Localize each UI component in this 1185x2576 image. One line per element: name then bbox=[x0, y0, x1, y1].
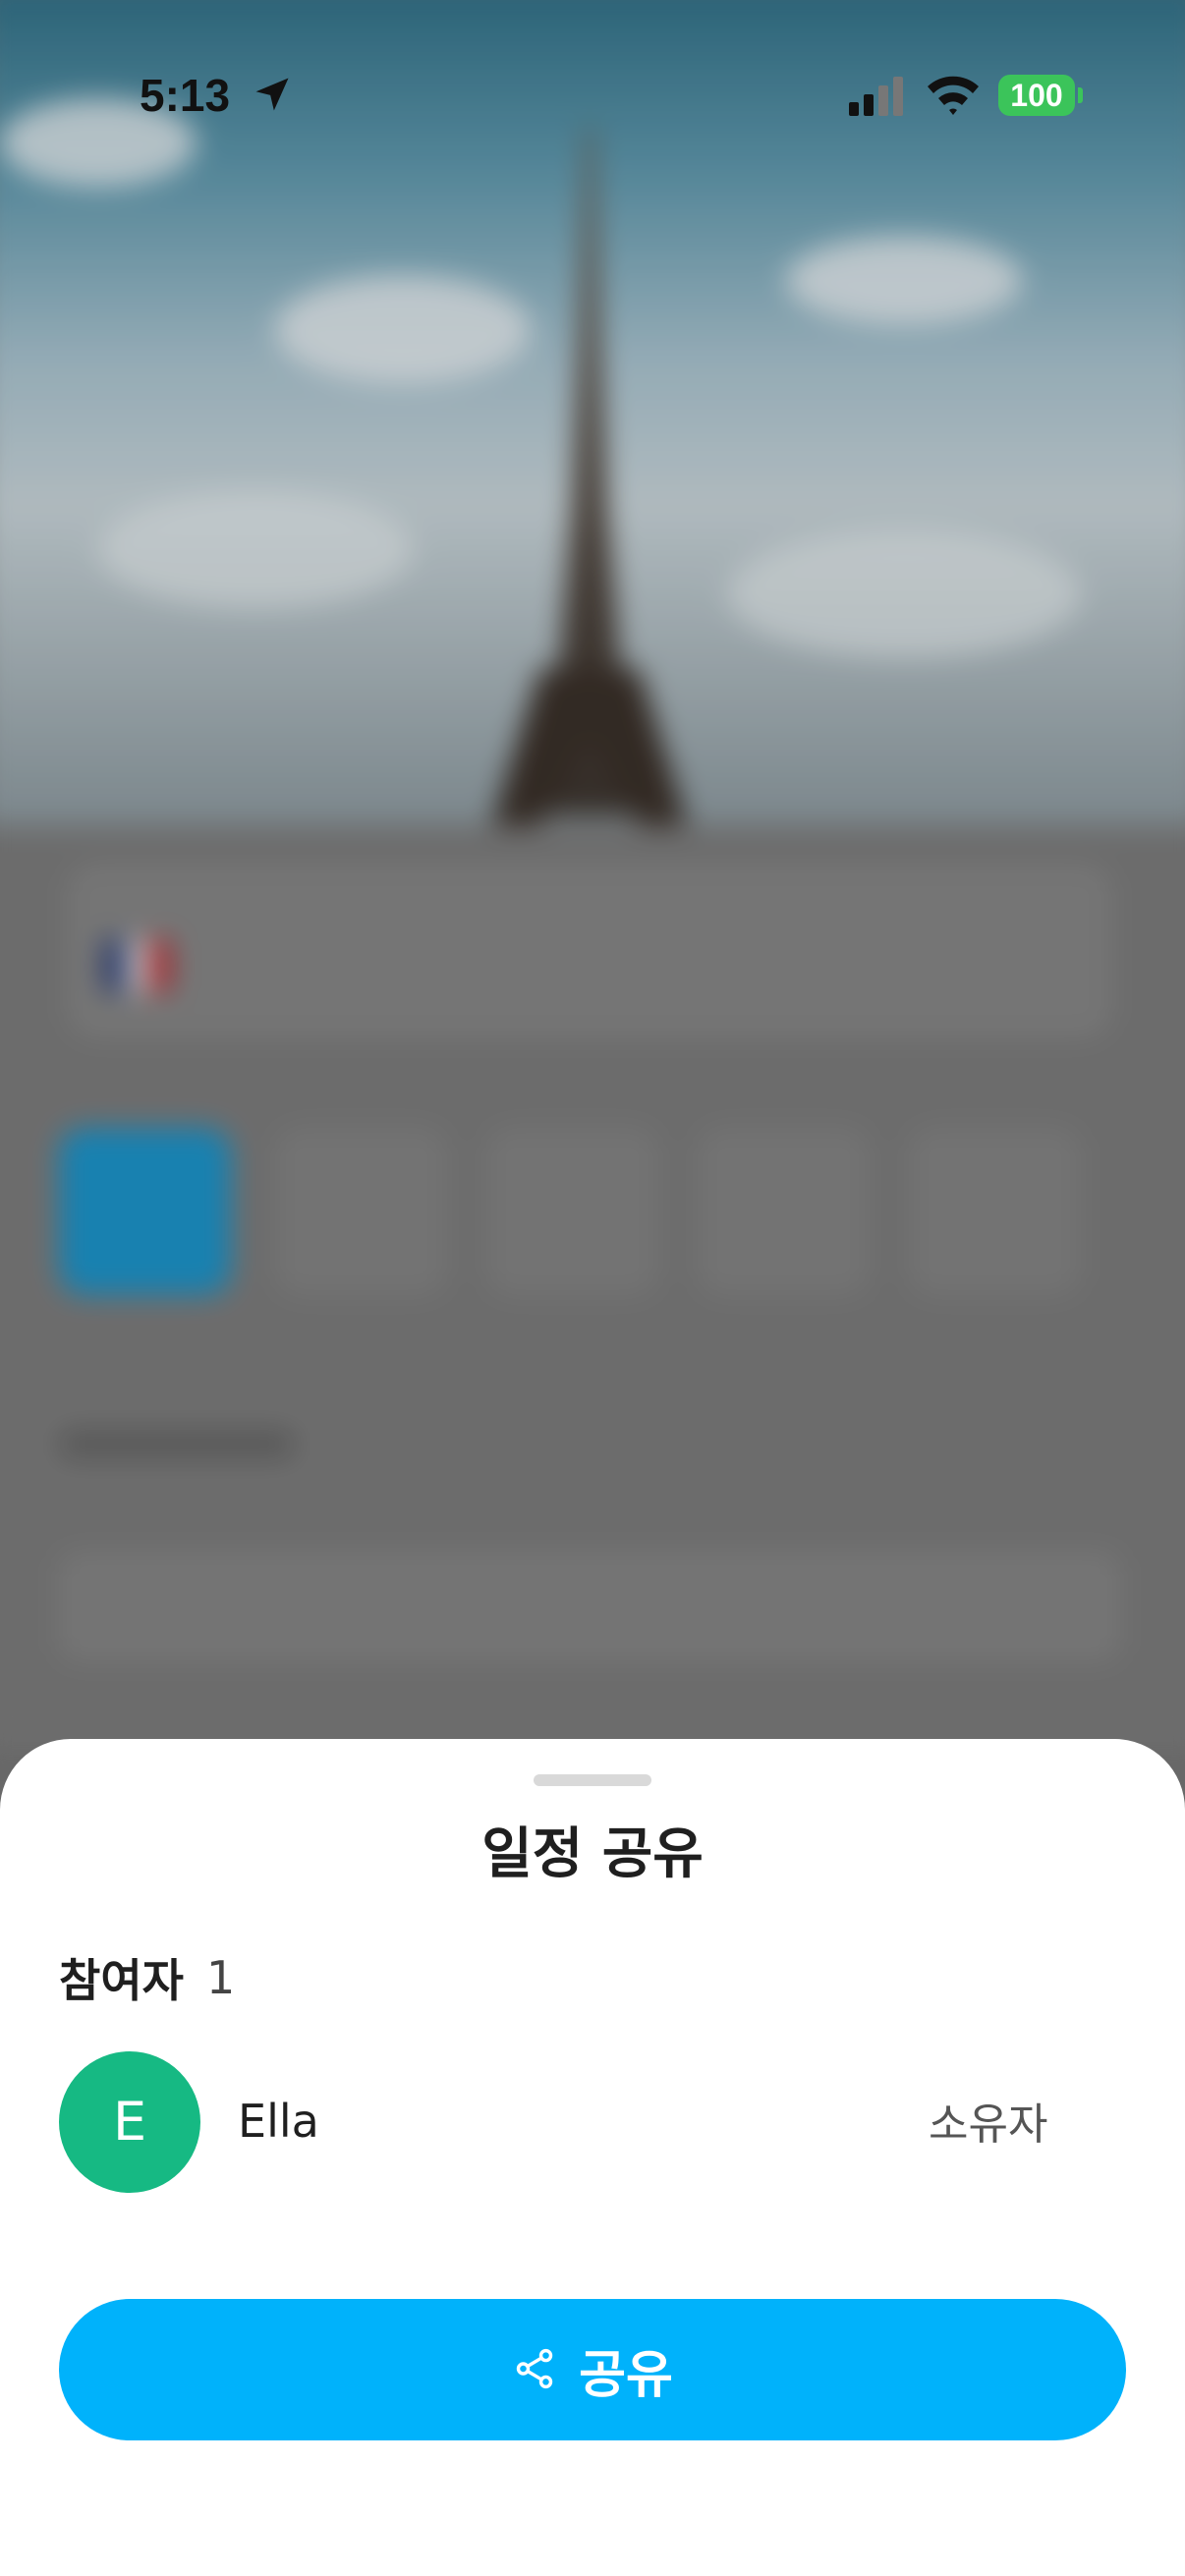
participants-count: 1 bbox=[206, 1951, 236, 2004]
battery-tip bbox=[1078, 87, 1083, 103]
share-button[interactable]: 공유 bbox=[59, 2299, 1126, 2440]
participants-label: 참여자 bbox=[59, 1954, 184, 2007]
avatar: E bbox=[59, 2051, 200, 2193]
wifi-icon bbox=[926, 73, 981, 120]
share-bottom-sheet: 일정 공유 참여자 1 E Ella 소유자 공유 bbox=[0, 1739, 1185, 2576]
share-icon bbox=[512, 2346, 557, 2394]
battery-indicator: 100 bbox=[998, 75, 1075, 116]
status-bar: 5:13 100 bbox=[0, 0, 1185, 138]
status-time: 5:13 bbox=[140, 70, 231, 121]
participant-role: 소유자 bbox=[929, 2100, 1048, 2150]
sheet-title: 일정 공유 bbox=[481, 1822, 704, 1886]
sheet-grabber[interactable] bbox=[534, 1774, 651, 1786]
cellular-signal-icon bbox=[849, 77, 908, 120]
share-button-label: 공유 bbox=[579, 2346, 673, 2404]
participant-name: Ella bbox=[238, 2095, 319, 2148]
location-arrow-icon bbox=[251, 73, 294, 120]
